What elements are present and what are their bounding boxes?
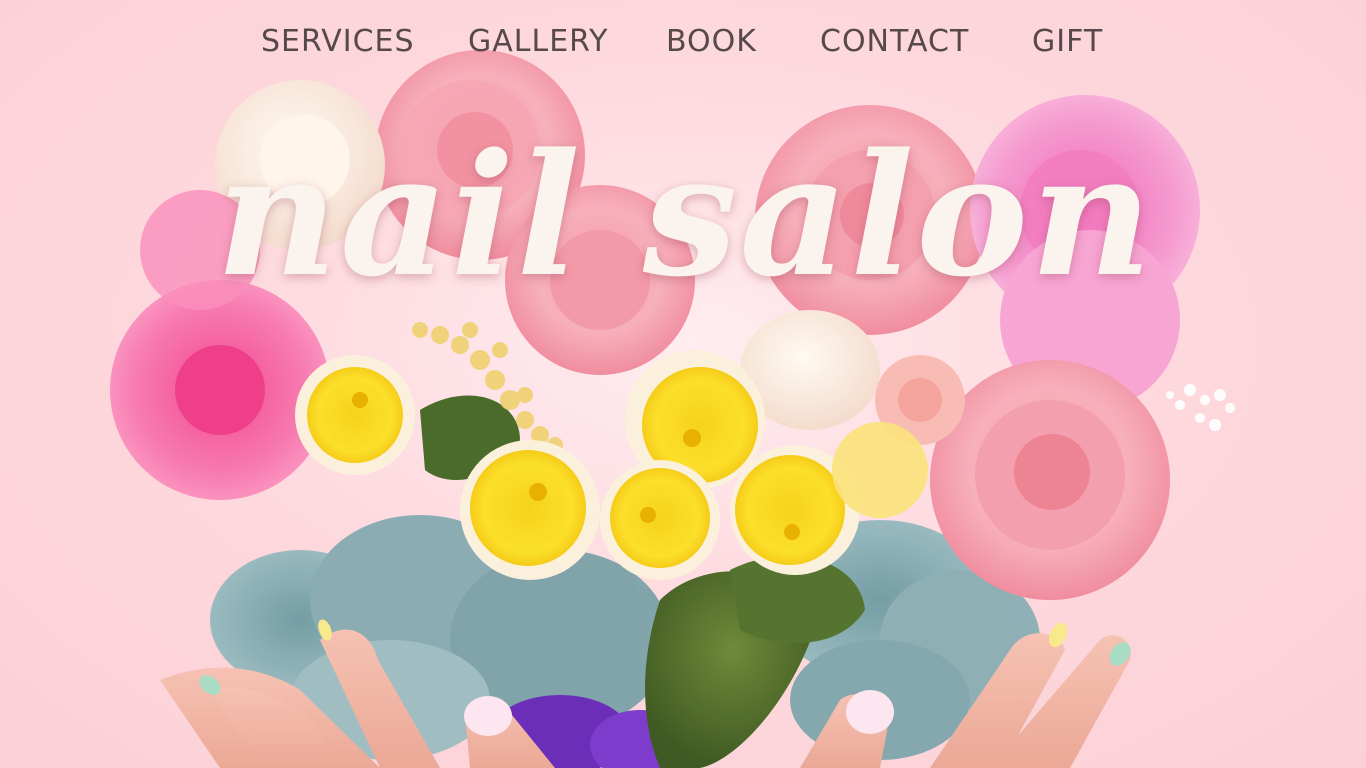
nav-book-link[interactable]: BOOK [666,20,757,64]
nav-gallery-link[interactable]: GALLERY [468,20,608,64]
nav-gift-link[interactable]: GIFT [1032,20,1103,64]
hero-title: nail salon [215,116,1155,314]
page: SERVICES GALLERY BOOK CONTACT GIFT nail … [0,0,1366,768]
nav-services-link[interactable]: SERVICES [261,20,415,64]
main-nav: SERVICES GALLERY BOOK CONTACT GIFT [0,20,1366,64]
hero-title-wrap: nail salon [180,110,1190,340]
nav-contact-link[interactable]: CONTACT [820,20,969,64]
